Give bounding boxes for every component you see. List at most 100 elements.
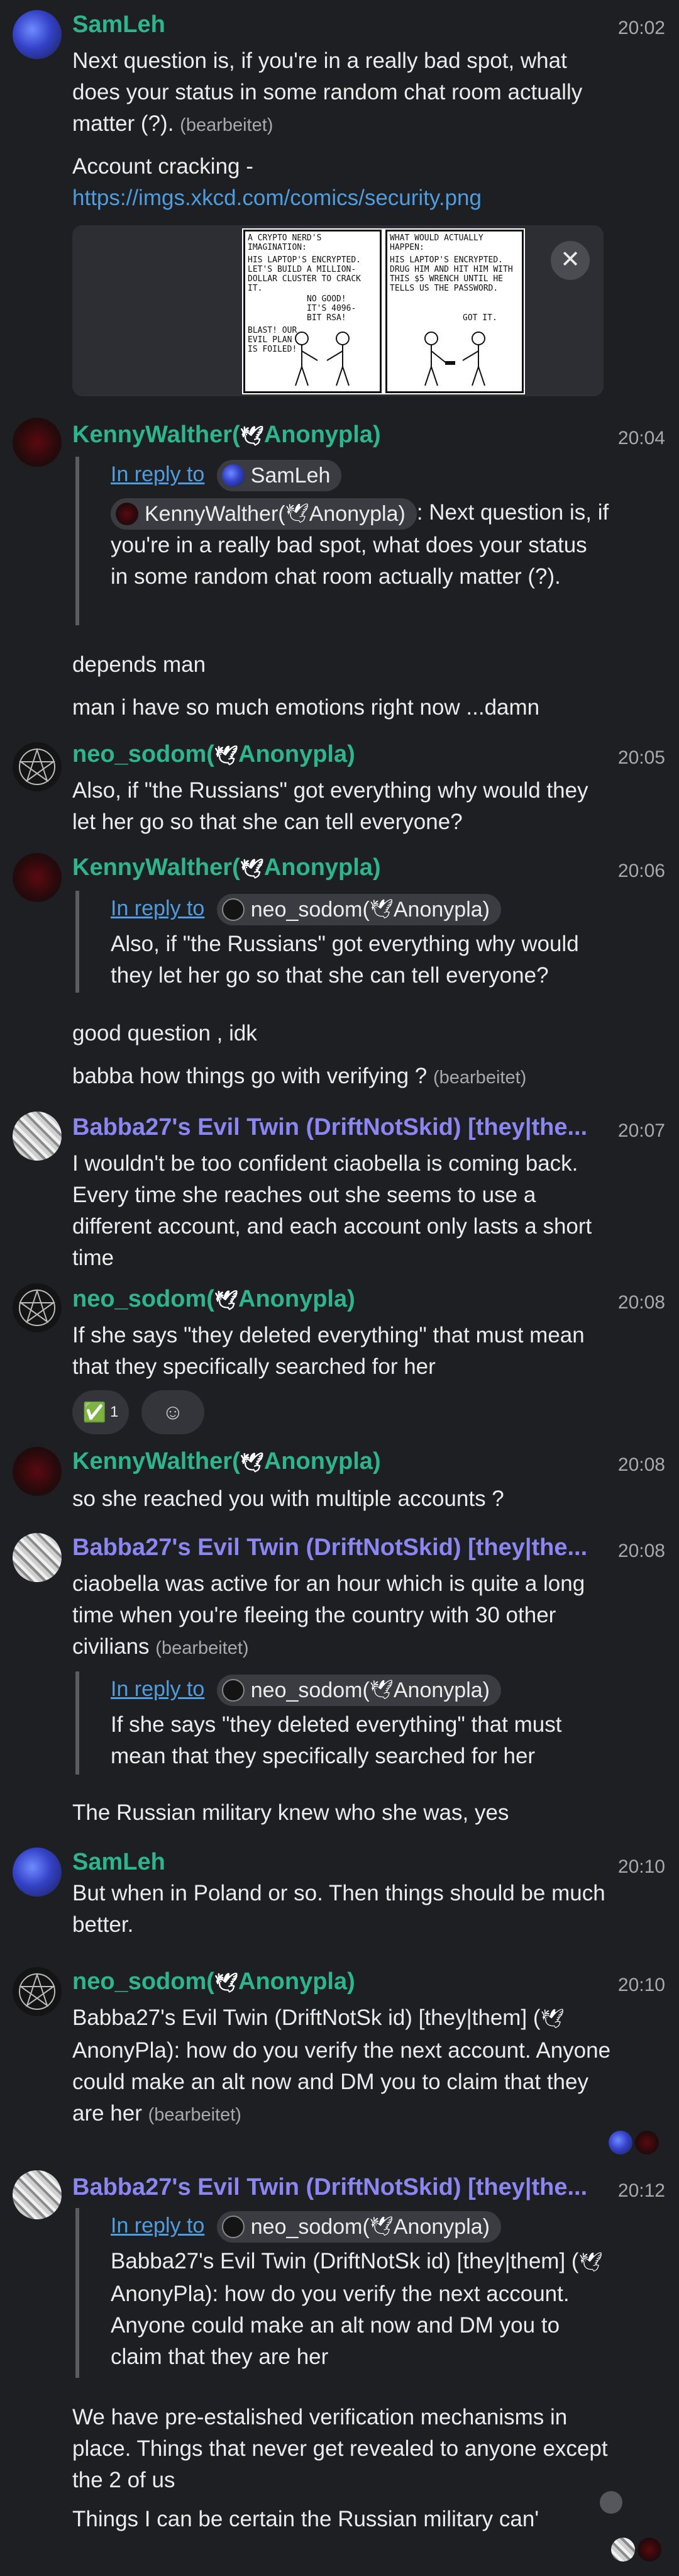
dove-icon: 🕊: [369, 899, 394, 920]
edited-label: (bearbeitet): [148, 2105, 241, 2125]
read-receipts[interactable]: [609, 2131, 665, 2156]
avatar[interactable]: [13, 10, 62, 59]
dove-icon: 🕊: [578, 2252, 603, 2273]
message-text-content: babba how things go with verifying ?: [72, 1064, 428, 1088]
sender-name-text: KennyWalther(: [72, 421, 240, 448]
pentagram-icon: [18, 747, 56, 785]
avatar[interactable]: [13, 1112, 62, 1161]
in-reply-to-link[interactable]: In reply to: [111, 462, 204, 486]
message: SamLeh 20:10 But when in Poland or so. T…: [0, 1840, 679, 1960]
message-text: Next question is, if you're in a really …: [72, 45, 613, 141]
avatar[interactable]: [13, 2170, 62, 2219]
reply-quote[interactable]: In reply to SamLeh KennyWalther(🕊 Anonypl…: [75, 457, 610, 625]
avatar[interactable]: [13, 1967, 62, 2016]
sender-name[interactable]: Babba27's Evil Twin (DriftNotSkid) [they…: [72, 1114, 587, 1141]
sender-name[interactable]: KennyWalther(🕊Anonypla): [72, 854, 381, 881]
timestamp: 20:08: [617, 1541, 665, 1561]
user-pill-label: neo_sodom(: [250, 898, 370, 922]
message-text-content: Next question is, if you're in a really …: [72, 48, 583, 136]
message-text: Account cracking - https://imgs.xkcd.com…: [72, 151, 613, 214]
sender-name[interactable]: SamLeh: [72, 11, 165, 38]
avatar: [635, 2131, 659, 2155]
timestamp: 20:10: [617, 1975, 665, 1995]
dove-icon: 🕊: [540, 2009, 565, 2029]
reply-quote[interactable]: In reply to neo_sodom(🕊 Anonypla) If she …: [75, 1671, 610, 1775]
dove-icon: 🕊: [214, 745, 238, 766]
user-pill[interactable]: neo_sodom(🕊 Anonypla): [216, 894, 501, 926]
comic-speech: HIS LAPTOP'S ENCRYPTED. LET'S BUILD A MI…: [248, 255, 362, 293]
avatar: [638, 2538, 661, 2562]
sender-name[interactable]: SamLeh: [72, 1849, 165, 1876]
message: Babba27's Evil Twin (DriftNotSkid) [they…: [0, 1104, 679, 1277]
reaction-chip[interactable]: ✅ 1: [72, 1390, 129, 1434]
image-preview[interactable]: A CRYPTO NERD'S IMAGINATION: HIS LAPTOP'…: [72, 225, 604, 396]
in-reply-to-link[interactable]: In reply to: [111, 1677, 204, 1701]
reply-quote[interactable]: In reply to neo_sodom(🕊 Anonypla) Also, i…: [75, 891, 610, 993]
comic-speech: GOT IT.: [463, 313, 497, 323]
user-pill-label: KennyWalther(: [145, 501, 285, 526]
message-text: I wouldn't be too confident ciaobella is…: [72, 1151, 592, 1270]
user-pill[interactable]: SamLeh: [216, 460, 342, 492]
timestamp: 20:08: [617, 1454, 665, 1475]
sender-name-text: KennyWalther(: [72, 1448, 240, 1475]
pentagram-icon: [18, 1972, 56, 2010]
edited-label: (bearbeitet): [155, 1638, 249, 1658]
avatar: [116, 502, 138, 525]
message-text: ciaobella was active for an hour which i…: [72, 1568, 613, 1664]
in-reply-to-link[interactable]: In reply to: [111, 2214, 204, 2238]
dove-icon: 🕊: [214, 1290, 238, 1311]
sender-name[interactable]: KennyWalther(🕊Anonypla): [72, 421, 381, 449]
message-text: depends man: [72, 652, 206, 677]
avatar[interactable]: [13, 1848, 62, 1897]
sender-name[interactable]: neo_sodom(🕊Anonypla): [72, 1286, 355, 1313]
sender-name-text: neo_sodom(: [72, 741, 214, 767]
sender-name[interactable]: neo_sodom(🕊Anonypla): [72, 1968, 355, 1995]
dove-icon: 🕊: [240, 1452, 264, 1473]
message-text: so she reached you with multiple account…: [72, 1486, 504, 1511]
reply-quote[interactable]: In reply to neo_sodom(🕊 Anonypla) Babba27…: [75, 2208, 610, 2378]
avatar[interactable]: [13, 1283, 62, 1332]
avatar[interactable]: [13, 853, 62, 902]
sender-name[interactable]: Babba27's Evil Twin (DriftNotSkid) [they…: [72, 1534, 587, 1561]
sender-name-text: Anonypla): [263, 854, 381, 881]
dove-icon: 🕊: [214, 1973, 238, 1993]
user-pill[interactable]: neo_sodom(🕊 Anonypla): [216, 2211, 501, 2243]
user-pill[interactable]: neo_sodom(🕊 Anonypla): [216, 1675, 501, 1707]
quoted-text: If she says "they deleted everything" th…: [111, 1712, 562, 1768]
timestamp: 20:04: [617, 428, 665, 449]
sender-name-text: Anonypla): [263, 1448, 381, 1475]
message: KennyWalther(🕊Anonypla) 20:04 In reply t…: [0, 409, 679, 730]
message-text: man i have so much emotions right now ..…: [72, 695, 540, 720]
message: neo_sodom(🕊Anonypla) 20:08 If she says "…: [0, 1277, 679, 1447]
image-link[interactable]: https://imgs.xkcd.com/comics/security.pn…: [72, 186, 482, 210]
dove-icon: 🕊: [285, 503, 309, 524]
add-reaction-button[interactable]: ☺: [141, 1390, 204, 1434]
in-reply-to-link[interactable]: In reply to: [111, 896, 204, 920]
sender-name[interactable]: neo_sodom(🕊Anonypla): [72, 741, 355, 768]
quoted-text-content: AnonyPla): how do you verify the next ac…: [111, 2282, 570, 2369]
avatar: [221, 1679, 245, 1702]
sender-name[interactable]: KennyWalther(🕊Anonypla): [72, 1448, 381, 1475]
avatar[interactable]: [13, 1533, 62, 1582]
comic-image[interactable]: A CRYPTO NERD'S IMAGINATION: HIS LAPTOP'…: [242, 228, 525, 394]
comic-panel-left: A CRYPTO NERD'S IMAGINATION: HIS LAPTOP'…: [243, 230, 382, 393]
sender-name[interactable]: Babba27's Evil Twin (DriftNotSkid) [they…: [72, 2174, 587, 2201]
timestamp: 20:08: [617, 1292, 665, 1313]
quoted-text: KennyWalther(🕊 Anonypla): Next question i…: [111, 497, 610, 593]
user-pill-label: neo_sodom(: [250, 1678, 370, 1703]
comic-speech: HIS LAPTOP'S ENCRYPTED. DRUG HIM AND HIT…: [390, 255, 513, 293]
user-pill[interactable]: KennyWalther(🕊 Anonypla): [111, 498, 417, 530]
close-icon[interactable]: ✕: [551, 241, 590, 280]
message: KennyWalther(🕊Anonypla) 20:08 so she rea…: [0, 1447, 679, 1529]
timestamp: 20:06: [617, 861, 665, 881]
avatar[interactable]: [13, 742, 62, 791]
timestamp: 20:10: [617, 1856, 665, 1877]
read-receipts[interactable]: [611, 2538, 668, 2563]
avatar[interactable]: [13, 1447, 62, 1496]
sender-name-text: neo_sodom(: [72, 1286, 214, 1312]
smiley-add-icon: ☺: [162, 1400, 184, 1424]
stick-figures: [424, 332, 485, 386]
dove-icon: 🕊: [240, 426, 264, 447]
avatar[interactable]: [13, 418, 62, 467]
message-text-content: ciaobella was active for an hour which i…: [72, 1571, 585, 1659]
